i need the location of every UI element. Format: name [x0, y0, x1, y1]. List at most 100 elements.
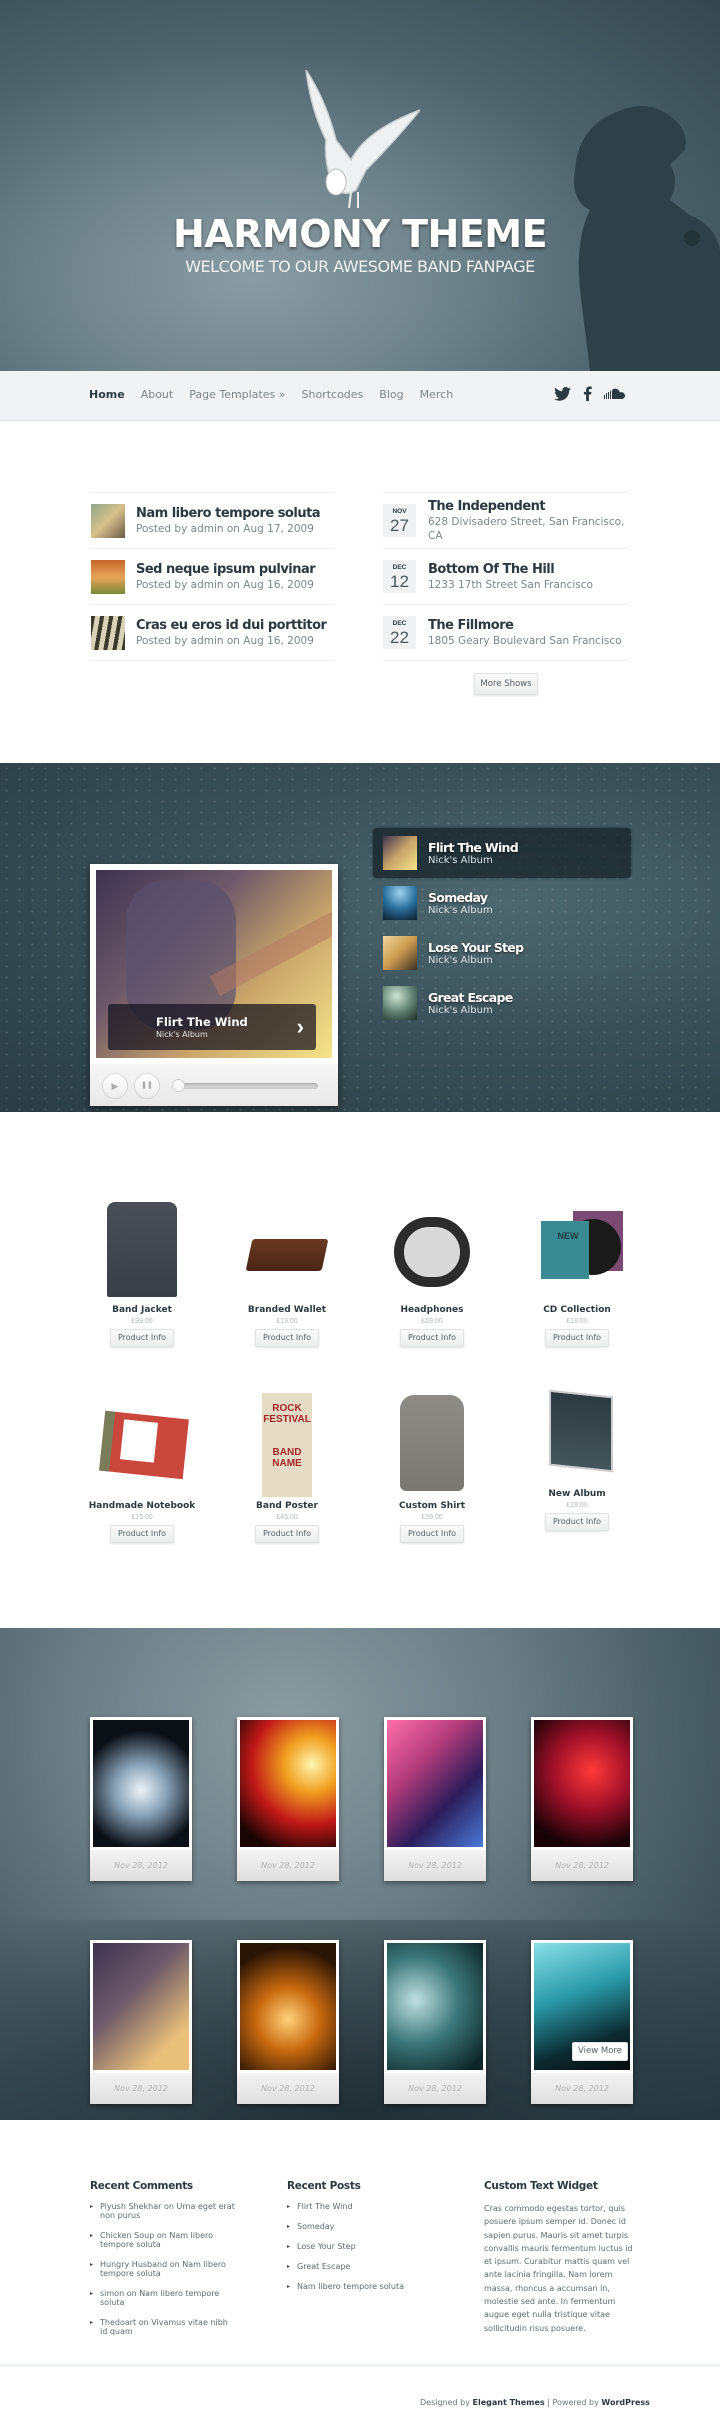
- show-address: 628 Divisadero Street, San Francisco, CA: [428, 515, 625, 542]
- product-card: Band Jacket £99.00 Product Info: [82, 1197, 202, 1347]
- post-thumbnail[interactable]: [91, 615, 125, 650]
- nav-item-home[interactable]: Home: [89, 388, 125, 401]
- product-name[interactable]: Headphones: [372, 1305, 492, 1315]
- post-title[interactable]: Sed neque ipsum pulvinar: [136, 562, 316, 578]
- product-name[interactable]: Handmade Notebook: [82, 1501, 202, 1511]
- credits-text: Powered by: [552, 2398, 599, 2407]
- progress-handle[interactable]: [172, 1079, 185, 1092]
- track-thumbnail: [383, 836, 417, 870]
- product-info-button[interactable]: Product Info: [110, 1329, 174, 1347]
- audio-player: Flirt The Wind Nick's Album › ▶ ❚❚: [90, 864, 338, 1106]
- designer-link[interactable]: Elegant Themes: [473, 2398, 545, 2407]
- product-image[interactable]: ROCK FESTIVAL BAND NAME: [237, 1393, 337, 1497]
- soundcloud-icon[interactable]: [604, 388, 626, 400]
- playlist-item[interactable]: Lose Your Step Nick's Album: [373, 928, 631, 978]
- product-name[interactable]: Band Poster: [227, 1501, 347, 1511]
- gallery-photo[interactable]: Nov 28, 2012: [531, 1717, 633, 1881]
- player-controls: ▶ ❚❚: [90, 1064, 338, 1106]
- platform-link[interactable]: WordPress: [601, 2398, 649, 2407]
- nav-item-about[interactable]: About: [141, 388, 174, 401]
- product-info-button[interactable]: Product Info: [255, 1525, 319, 1543]
- more-shows-button[interactable]: More Shows: [474, 673, 538, 695]
- gallery-photo[interactable]: Nov 28, 2012: [384, 1717, 486, 1881]
- hero-banner: HARMONY THEME WELCOME TO OUR AWESOME BAN…: [0, 0, 720, 371]
- product-price: £45.00: [276, 1514, 298, 1521]
- recent-post-link[interactable]: Great Escape: [287, 2262, 432, 2271]
- playlist-item[interactable]: Someday Nick's Album: [373, 878, 631, 928]
- gallery-photo[interactable]: Nov 28, 2012: [90, 1940, 192, 2104]
- show-address: 1805 Geary Boulevard San Francisco: [428, 634, 622, 647]
- recent-posts-widget: Recent Posts Flirt The Wind Someday Lose…: [287, 2180, 432, 2302]
- product-image[interactable]: [92, 1393, 192, 1493]
- recent-comments-widget: Recent Comments Piyush Shekhar on Urna e…: [90, 2180, 235, 2347]
- product-image[interactable]: [382, 1197, 482, 1297]
- product-image[interactable]: NEW: [527, 1197, 627, 1297]
- gallery-photo[interactable]: Nov 28, 2012: [90, 1717, 192, 1881]
- comment-link[interactable]: Thedoart on Vivamus vitae nibh id quam: [90, 2318, 235, 2336]
- view-more-button[interactable]: View More: [572, 2042, 628, 2061]
- comment-link[interactable]: Chicken Soup on Nam libero tempore solut…: [90, 2231, 235, 2249]
- product-price: £39.00: [421, 1514, 443, 1521]
- product-name[interactable]: Custom Shirt: [372, 1501, 492, 1511]
- product-name[interactable]: Band Jacket: [82, 1305, 202, 1315]
- photo-date: Nov 28, 2012: [90, 2073, 192, 2104]
- gallery-photo[interactable]: Nov 28, 2012: [237, 1940, 339, 2104]
- comment-link[interactable]: simon on Nam libero tempore soluta: [90, 2289, 235, 2307]
- music-section: Flirt The Wind Nick's Album › ▶ ❚❚ Flirt…: [0, 763, 720, 1112]
- product-info-button[interactable]: Product Info: [545, 1513, 609, 1531]
- play-button[interactable]: ▶: [102, 1073, 128, 1099]
- next-track-icon[interactable]: ›: [297, 1014, 304, 1040]
- recent-post-link[interactable]: Someday: [287, 2222, 432, 2231]
- progress-track[interactable]: [176, 1083, 318, 1089]
- gallery-photo[interactable]: Nov 28, 2012: [531, 1940, 633, 2104]
- comment-link[interactable]: Piyush Shekhar on Urna eget erat non pur…: [90, 2202, 235, 2220]
- twitter-icon[interactable]: [554, 386, 571, 401]
- pause-button[interactable]: ❚❚: [134, 1073, 160, 1099]
- nav-item-blog[interactable]: Blog: [379, 388, 403, 401]
- nav-item-shortcodes[interactable]: Shortcodes: [302, 388, 364, 401]
- playlist-item[interactable]: Flirt The Wind Nick's Album: [373, 828, 631, 878]
- upcoming-shows-list: NOV 27 The Independent 628 Divisadero Stre…: [383, 492, 629, 695]
- product-name[interactable]: Branded Wallet: [227, 1305, 347, 1315]
- recent-post-link[interactable]: Nam libero tempore soluta: [287, 2282, 432, 2291]
- site-title[interactable]: HARMONY THEME: [0, 212, 720, 256]
- gallery-photo[interactable]: Nov 28, 2012: [384, 1940, 486, 2104]
- show-venue[interactable]: Bottom Of The Hill: [428, 562, 593, 578]
- product-info-button[interactable]: Product Info: [400, 1329, 464, 1347]
- post-title[interactable]: Nam libero tempore soluta: [136, 506, 321, 522]
- product-name[interactable]: CD Collection: [517, 1305, 637, 1315]
- product-info-button[interactable]: Product Info: [110, 1525, 174, 1543]
- product-image[interactable]: [92, 1197, 192, 1297]
- recent-post-link[interactable]: Lose Your Step: [287, 2242, 432, 2251]
- nav-item-merch[interactable]: Merch: [420, 388, 454, 401]
- show-item[interactable]: DEC 12 Bottom Of The Hill 1233 17th Street…: [383, 549, 629, 604]
- track-album: Nick's Album: [428, 955, 493, 966]
- post-item[interactable]: Nam libero tempore soluta Posted by admin…: [89, 493, 335, 548]
- show-venue[interactable]: The Independent: [428, 499, 629, 515]
- facebook-icon[interactable]: [583, 386, 592, 401]
- product-name[interactable]: New Album: [517, 1489, 637, 1499]
- footer-credits: Designed by Elegant Themes | Powered by …: [420, 2398, 650, 2407]
- post-meta: Posted by admin on Aug 16, 2009: [136, 578, 314, 591]
- recent-post-link[interactable]: Flirt The Wind: [287, 2202, 432, 2211]
- product-image[interactable]: [237, 1197, 337, 1297]
- product-card: Handmade Notebook £15.00 Product Info: [82, 1393, 202, 1543]
- photo-date: Nov 28, 2012: [531, 1850, 633, 1881]
- comment-link[interactable]: Hungry Husband on Nam libero tempore sol…: [90, 2260, 235, 2278]
- product-info-button[interactable]: Product Info: [400, 1525, 464, 1543]
- post-title[interactable]: Cras eu eros id dui porttitor: [136, 618, 327, 634]
- product-info-button[interactable]: Product Info: [255, 1329, 319, 1347]
- playlist-item[interactable]: Great Escape Nick's Album: [373, 978, 631, 1028]
- post-thumbnail[interactable]: [91, 559, 125, 594]
- show-venue[interactable]: The Fillmore: [428, 618, 622, 634]
- nav-item-page-templates[interactable]: Page Templates »: [189, 388, 285, 401]
- product-image[interactable]: [382, 1393, 482, 1493]
- show-item[interactable]: DEC 22 The Fillmore 1805 Geary Boulevard S…: [383, 605, 629, 660]
- post-thumbnail[interactable]: [91, 503, 125, 538]
- show-item[interactable]: NOV 27 The Independent 628 Divisadero Stre…: [383, 493, 629, 548]
- gallery-photo[interactable]: Nov 28, 2012: [237, 1717, 339, 1881]
- product-info-button[interactable]: Product Info: [545, 1329, 609, 1347]
- post-item[interactable]: Cras eu eros id dui porttitor Posted by a…: [89, 605, 335, 660]
- post-item[interactable]: Sed neque ipsum pulvinar Posted by admin …: [89, 549, 335, 604]
- product-image[interactable]: [527, 1389, 627, 1481]
